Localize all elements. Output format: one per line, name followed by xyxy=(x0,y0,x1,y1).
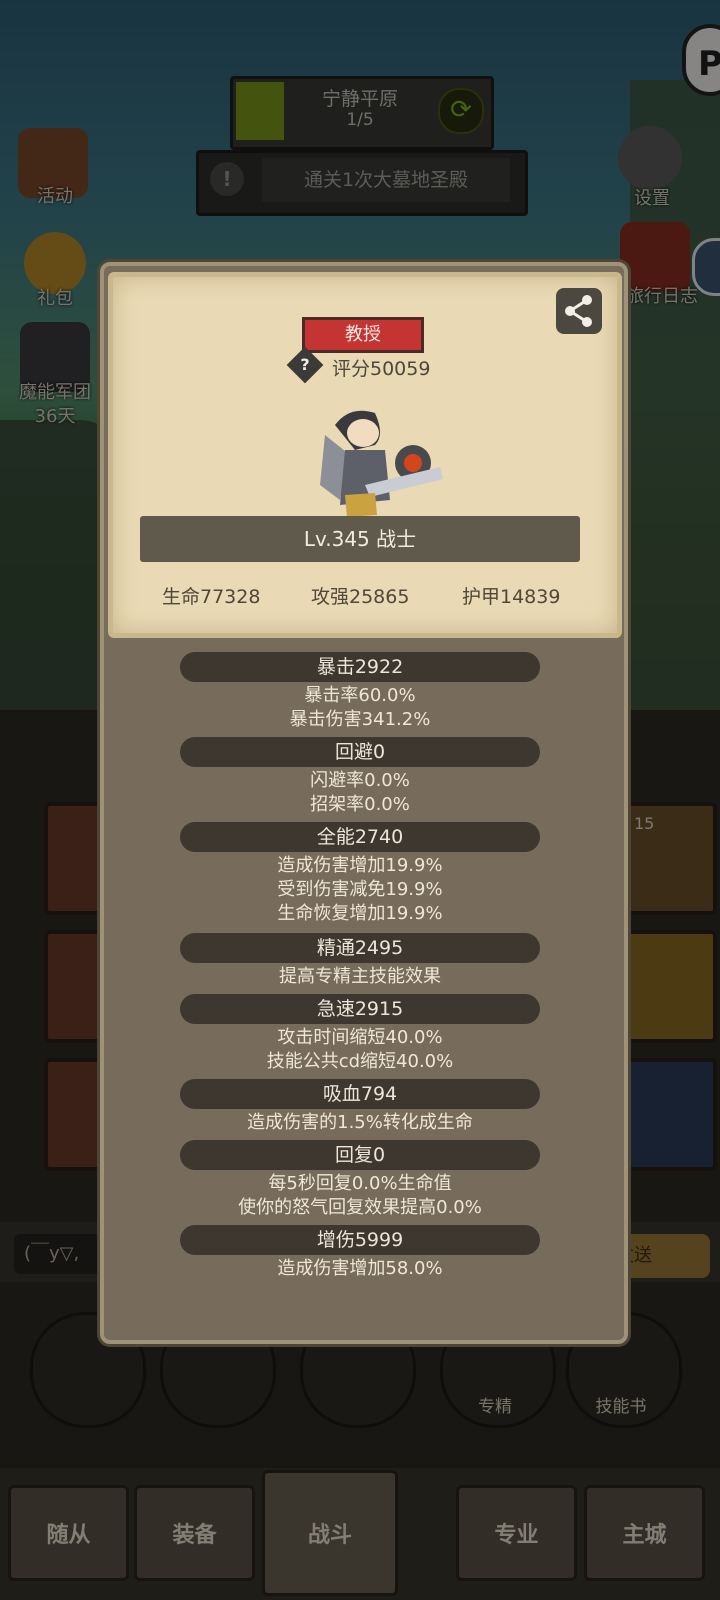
attribute-detail: 造成伤害增加19.9% xyxy=(277,855,443,876)
attribute-detail: 每5秒回复0.0%生命值 xyxy=(268,1173,452,1194)
share-icon xyxy=(565,295,592,327)
attribute-header: 全能2740 xyxy=(180,822,540,852)
attribute-detail: 受到伤害减免19.9% xyxy=(277,879,443,900)
stat-armor: 护甲14839 xyxy=(462,586,561,608)
attribute-detail: 招架率0.0% xyxy=(310,794,410,815)
attribute-header: 精通2495 xyxy=(180,933,540,963)
attribute-detail: 攻击时间缩短40.0% xyxy=(277,1027,443,1048)
help-icon[interactable]: ? xyxy=(292,352,318,378)
share-button[interactable] xyxy=(556,288,602,334)
attribute-detail: 造成伤害的1.5%转化成生命 xyxy=(247,1112,473,1133)
attribute-header: 暴击2922 xyxy=(180,652,540,682)
attribute-detail: 造成伤害增加58.0% xyxy=(277,1258,443,1279)
attribute-detail: 闪避率0.0% xyxy=(310,770,410,791)
attribute-header: 急速2915 xyxy=(180,994,540,1024)
attribute-header: 吸血794 xyxy=(180,1079,540,1109)
attribute-detail: 使你的怒气回复效果提高0.0% xyxy=(238,1197,482,1218)
attribute-detail: 技能公共cd缩短40.0% xyxy=(266,1051,454,1072)
title-badge: 教授 xyxy=(302,317,424,353)
attribute-detail: 暴击率60.0% xyxy=(304,685,416,706)
stat-attack-power: 攻强25865 xyxy=(311,586,410,608)
attribute-detail: 暴击伤害341.2% xyxy=(289,709,431,730)
attribute-header: 增伤5999 xyxy=(180,1225,540,1255)
warrior-character-portrait xyxy=(320,410,443,517)
attribute-header: 回复0 xyxy=(180,1140,540,1170)
attribute-detail: 生命恢复增加19.9% xyxy=(277,903,443,924)
stat-health: 生命77328 xyxy=(162,586,261,608)
score-text: 评分50059 xyxy=(332,358,431,380)
attribute-detail: 提高专精主技能效果 xyxy=(279,966,441,987)
attribute-header: 回避0 xyxy=(180,737,540,767)
level-class-bar: Lv.345 战士 xyxy=(140,516,580,562)
